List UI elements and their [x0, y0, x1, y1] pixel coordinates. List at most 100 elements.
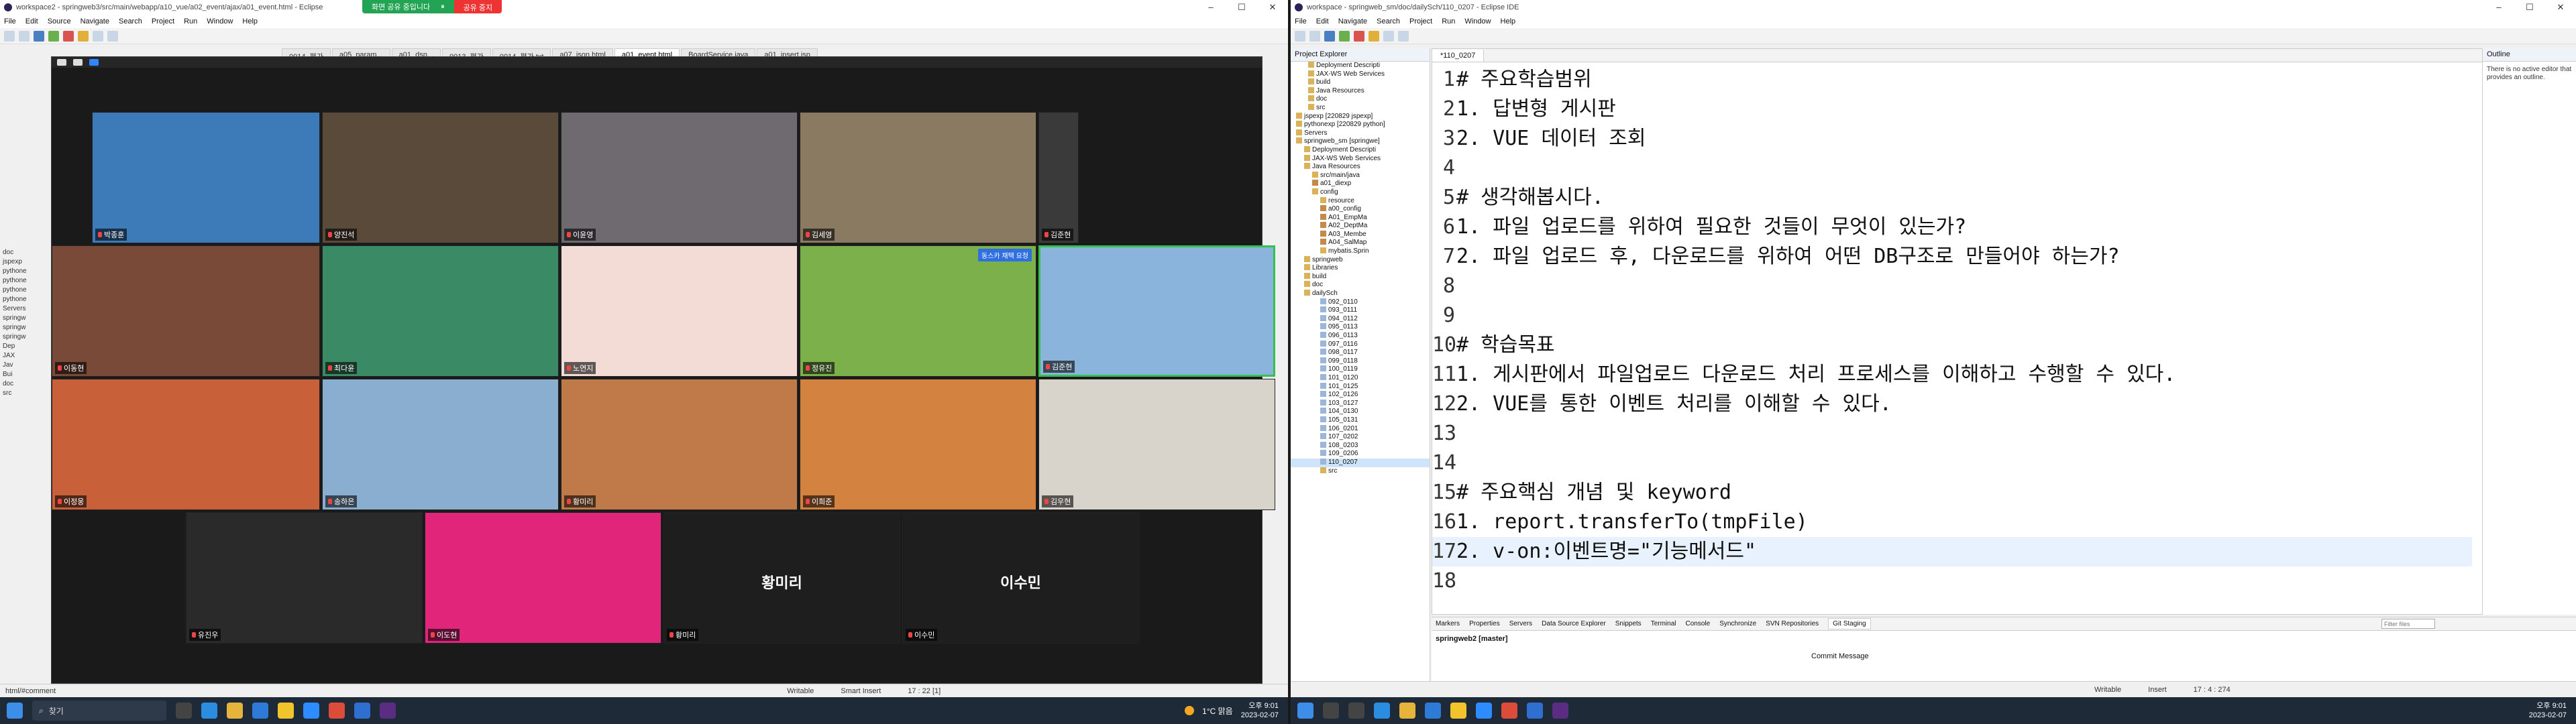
- tree-item[interactable]: springw: [3, 314, 56, 323]
- file-explorer-icon[interactable]: [1399, 703, 1415, 719]
- stop-share-button[interactable]: 공유 중지: [453, 0, 502, 13]
- tree-item[interactable]: Deployment Descripti: [1291, 62, 1430, 70]
- tree-item[interactable]: pythone: [3, 276, 56, 286]
- menu-window[interactable]: Window: [1464, 17, 1491, 25]
- editor-line[interactable]: 15 # 주요핵심 개념 및 keyword: [1432, 478, 2472, 507]
- tree-item[interactable]: 109_0206: [1291, 450, 1430, 459]
- tree-item[interactable]: doc: [1291, 281, 1430, 290]
- tab-markers[interactable]: Markers: [1436, 620, 1460, 627]
- editor-line[interactable]: 16 1. report.transferTo(tmpFile): [1432, 507, 2472, 537]
- tree-item[interactable]: pythonexp [220829 python]: [1291, 121, 1430, 129]
- filter-files-input[interactable]: [2381, 619, 2435, 629]
- zoom-icon[interactable]: [303, 703, 319, 719]
- maximize-icon[interactable]: ☐: [1226, 2, 1257, 13]
- tree-item[interactable]: A01_EmpMa: [1291, 213, 1430, 223]
- tree-item[interactable]: a00_config: [1291, 205, 1430, 214]
- new-icon[interactable]: [4, 30, 15, 42]
- participant-tile[interactable]: 김세영: [800, 112, 1036, 243]
- pause-icon[interactable]: ⏸: [441, 3, 445, 11]
- tree-item[interactable]: jspexp: [3, 257, 56, 267]
- text-editor[interactable]: *110_0207 1 # 주요학습범위 2 1. 답변형 게시판 3 2. VUE 데이…: [1432, 48, 2485, 615]
- search-icon[interactable]: [1323, 703, 1339, 719]
- tree-item[interactable]: 099_0118: [1291, 357, 1430, 366]
- editor-tab-active[interactable]: *110_0207: [1432, 49, 1485, 62]
- tree-item[interactable]: pythone: [3, 267, 56, 276]
- save-icon[interactable]: [19, 30, 30, 42]
- task-view-icon[interactable]: [176, 703, 192, 719]
- tree-item[interactable]: doc: [3, 379, 56, 389]
- chrome-icon[interactable]: [1501, 703, 1517, 719]
- participant-tile[interactable]: 김준현: [1038, 112, 1079, 243]
- menu-navigate[interactable]: Navigate: [1338, 17, 1367, 25]
- participant-tile[interactable]: 이희준: [800, 379, 1036, 510]
- tree-item[interactable]: src: [1291, 103, 1430, 113]
- maximize-icon[interactable]: ☐: [2514, 2, 2545, 13]
- tree-item[interactable]: Java Resources: [1291, 86, 1430, 96]
- editor-line[interactable]: 2 1. 답변형 게시판: [1432, 95, 2472, 124]
- tree-item[interactable]: src/main/java: [1291, 171, 1430, 180]
- editor-line[interactable]: 10 # 학습목표: [1432, 330, 2472, 360]
- tree-item[interactable]: 103_0127: [1291, 399, 1430, 408]
- back-icon[interactable]: [1383, 30, 1394, 42]
- tab-synchronize[interactable]: Synchronize: [1719, 620, 1756, 627]
- tree-item[interactable]: 106_0201: [1291, 424, 1430, 434]
- tree-item[interactable]: springw: [3, 323, 56, 333]
- participant-tile[interactable]: 양진석: [322, 112, 559, 243]
- tree-item[interactable]: Dep: [3, 342, 56, 351]
- tree-item[interactable]: 101_0125: [1291, 382, 1430, 391]
- tab-git-staging[interactable]: Git Staging: [1828, 618, 1871, 629]
- save-icon[interactable]: [1309, 30, 1320, 42]
- editor-line[interactable]: 1 # 주요학습범위: [1432, 65, 2472, 95]
- editor-line[interactable]: 6 1. 파일 업로드를 위하여 필요한 것들이 무엇이 있는가?: [1432, 213, 2472, 242]
- participant-tile[interactable]: 김우현: [1038, 379, 1275, 510]
- tree-item[interactable]: 100_0119: [1291, 365, 1430, 374]
- tree-item[interactable]: 102_0126: [1291, 391, 1430, 400]
- editor-current-line[interactable]: 17 2. v-on:이벤트명="기능메서드": [1432, 537, 2472, 566]
- participant-tile[interactable]: 이윤영: [561, 112, 798, 243]
- tab-properties[interactable]: Properties: [1469, 620, 1500, 627]
- menu-navigate[interactable]: Navigate: [80, 17, 109, 25]
- tree-item[interactable]: pythone: [3, 286, 56, 295]
- tree-item[interactable]: src: [1291, 467, 1430, 476]
- tree-item[interactable]: Libraries: [1291, 264, 1430, 273]
- debug-icon[interactable]: [1324, 30, 1335, 42]
- tree-item[interactable]: 108_0203: [1291, 441, 1430, 450]
- grid-view-icon[interactable]: [89, 59, 99, 66]
- menu-project[interactable]: Project: [152, 17, 174, 25]
- tree-item[interactable]: A04_SalMap: [1291, 239, 1430, 247]
- vscode-icon[interactable]: [354, 703, 370, 719]
- editor-line[interactable]: 11 1. 게시판에서 파일업로드 다운로드 처리 프로세스를 이해하고 수행할 …: [1432, 360, 2472, 389]
- tree-item[interactable]: springweb_sm [springwe]: [1291, 137, 1430, 146]
- menu-run[interactable]: Run: [1442, 17, 1455, 25]
- editor-line[interactable]: 12 2. VUE를 통한 이벤트 처리를 이해할 수 있다.: [1432, 389, 2472, 419]
- tab-terminal[interactable]: Terminal: [1651, 620, 1676, 627]
- tree-item[interactable]: A02_DeptMa: [1291, 222, 1430, 231]
- menu-help[interactable]: Help: [242, 17, 258, 25]
- task-view-icon[interactable]: [1348, 703, 1364, 719]
- tree-item[interactable]: 092_0110: [1291, 298, 1430, 307]
- editor-line[interactable]: 18: [1432, 566, 2472, 596]
- tree-item[interactable]: doc: [3, 248, 56, 257]
- tab-servers[interactable]: Servers: [1509, 620, 1532, 627]
- tree-item[interactable]: 098_0117: [1291, 349, 1430, 357]
- tree-item[interactable]: 094_0112: [1291, 314, 1430, 324]
- minimize-icon[interactable]: –: [1195, 2, 1226, 13]
- tree-item[interactable]: 096_0113: [1291, 332, 1430, 341]
- close-icon[interactable]: ✕: [1257, 2, 1288, 13]
- menu-file[interactable]: File: [4, 17, 16, 25]
- editor-content[interactable]: 1 # 주요학습범위 2 1. 답변형 게시판 3 2. VUE 데이터 조회 4 5 # 생각…: [1432, 65, 2472, 614]
- back-icon[interactable]: [93, 30, 103, 42]
- clock[interactable]: 오후 9:01 2023-02-07: [1241, 701, 1279, 720]
- tree-item[interactable]: build: [1291, 272, 1430, 282]
- menu-edit[interactable]: Edit: [1316, 17, 1329, 25]
- gallery-view-icon[interactable]: [73, 59, 83, 66]
- windows-start-icon[interactable]: [1297, 703, 1313, 719]
- debug-icon[interactable]: [34, 30, 44, 42]
- edge-icon[interactable]: [201, 703, 217, 719]
- tree-item[interactable]: src: [3, 389, 56, 398]
- mail-icon[interactable]: [1425, 703, 1441, 719]
- tree-item[interactable]: JAX: [3, 351, 56, 361]
- search-icon[interactable]: [78, 30, 89, 42]
- participant-tile[interactable]: 황미리: [561, 379, 798, 510]
- tree-item[interactable]: pythone: [3, 295, 56, 304]
